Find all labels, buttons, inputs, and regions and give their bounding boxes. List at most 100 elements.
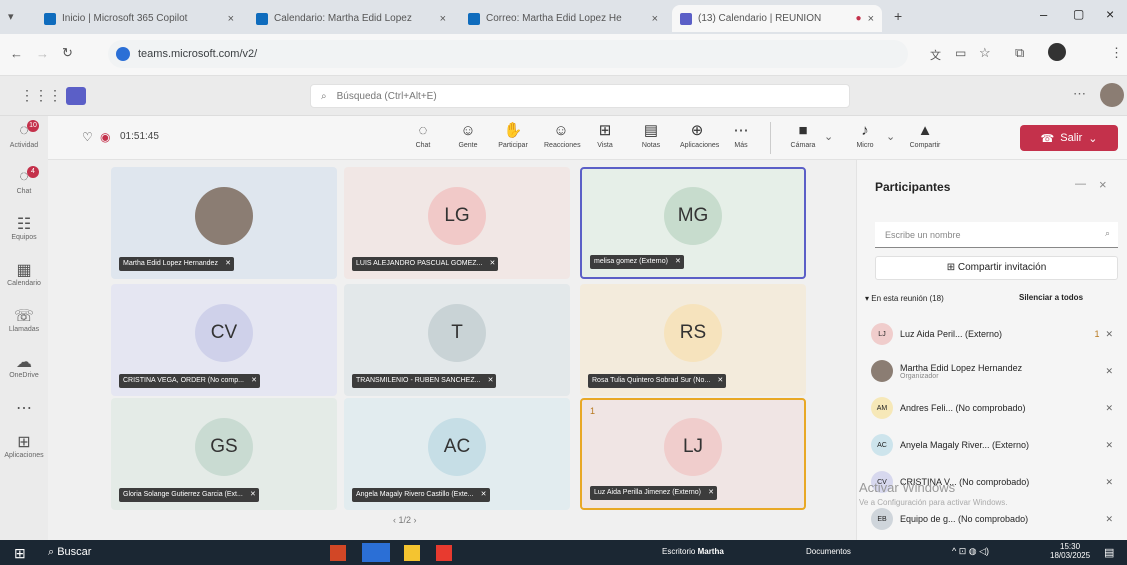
minimize-icon[interactable]: – bbox=[1040, 7, 1047, 22]
avatar: T bbox=[428, 304, 486, 362]
leave-button[interactable]: ☎ Salir ⌄ bbox=[1020, 125, 1118, 151]
share-screen-icon: ▲ bbox=[917, 122, 933, 139]
close-tab-icon[interactable]: × bbox=[868, 13, 874, 25]
forward-icon[interactable]: → bbox=[36, 46, 49, 61]
acrobat-icon[interactable] bbox=[436, 545, 452, 561]
tab-menu-icon[interactable]: ▾ bbox=[8, 10, 14, 23]
more-button[interactable]: ⋯ Más bbox=[724, 120, 758, 149]
panel-close-icon[interactable]: × bbox=[1099, 177, 1107, 192]
notes-button[interactable]: ▤ Notas bbox=[634, 120, 668, 149]
browser-menu-icon[interactable]: ⋮ bbox=[1110, 45, 1123, 61]
participant-tile[interactable]: LG LUIS ALEJANDRO PASCUAL GOMEZ... ✕ bbox=[344, 167, 570, 279]
windows-start-icon[interactable]: ⊞ bbox=[14, 545, 26, 562]
camera-button[interactable]: ■ Cámara bbox=[786, 120, 820, 149]
share-button[interactable]: ▲ Compartir bbox=[908, 120, 942, 149]
new-tab-button[interactable]: + bbox=[894, 8, 902, 24]
participant-row[interactable]: Martha Edid Lopez Hernandez Organizador ✕ bbox=[871, 355, 1121, 387]
participant-search-input[interactable]: Escribe un nombre ⌕ bbox=[875, 222, 1118, 248]
activate-windows-title: Activar Windows bbox=[859, 480, 956, 495]
favorite-star-icon[interactable]: ☆ bbox=[979, 45, 991, 61]
rail-item-apps[interactable]: ⊞ Aplicaciones bbox=[0, 428, 48, 474]
more-options-icon[interactable]: ⋯ bbox=[1073, 86, 1086, 102]
rail-item-teams[interactable]: ☷ Equipos bbox=[0, 210, 48, 256]
close-tab-icon[interactable]: × bbox=[440, 13, 446, 25]
leave-chevron-icon[interactable]: ⌄ bbox=[1088, 132, 1097, 145]
participant-tile[interactable]: CV CRISTINA VEGA, ORDER (No comp... ✕ bbox=[111, 284, 337, 396]
mic-chevron-icon[interactable]: ⌄ bbox=[886, 130, 895, 143]
file-explorer-icon[interactable] bbox=[404, 545, 420, 561]
maximize-icon[interactable]: ▢ bbox=[1073, 7, 1084, 21]
raised-hand-badge: 1 bbox=[590, 406, 596, 416]
site-info-icon[interactable] bbox=[116, 47, 130, 61]
notifications-icon[interactable]: ▤ bbox=[1104, 546, 1114, 559]
gallery-pager[interactable]: ‹ 1/2 › bbox=[393, 515, 417, 525]
grid-icon: ⊞ bbox=[598, 122, 612, 139]
participant-row[interactable]: EB Equipo de g... (No comprobado) ✕ bbox=[871, 503, 1121, 535]
url-field[interactable]: teams.microsoft.com/v2/ bbox=[108, 40, 908, 68]
reload-icon[interactable]: ↻ bbox=[62, 45, 73, 61]
participant-tile[interactable]: GS Gloria Solange Gutierrez Garcia (Ext..… bbox=[111, 398, 337, 510]
raise-hand-button[interactable]: ✋ Participar bbox=[496, 120, 530, 149]
clock[interactable]: 15:30 18/03/2025 bbox=[1050, 542, 1090, 560]
teams-logo-icon bbox=[66, 87, 86, 105]
app-launcher-icon[interactable]: ⋮⋮⋮ bbox=[20, 87, 62, 104]
participant-row[interactable]: AC Anyela Magaly River... (Externo) ✕ bbox=[871, 429, 1121, 461]
share-invite-button[interactable]: ⊞ Compartir invitación bbox=[875, 256, 1118, 280]
extensions-icon[interactable]: ⧉ bbox=[1015, 45, 1024, 61]
participant-name-label: melisa gomez (Externo) ✕ bbox=[590, 255, 684, 269]
close-tab-icon[interactable]: × bbox=[228, 13, 234, 25]
mic-muted-icon: ✕ bbox=[251, 377, 257, 384]
participant-tile[interactable]: LJ Luz Aida Perilla Jimenez (Externo) ✕ 1 bbox=[580, 398, 806, 510]
powerpoint-icon[interactable] bbox=[330, 545, 346, 561]
profile-avatar[interactable] bbox=[1048, 43, 1066, 61]
participant-row[interactable]: LJ Luz Aida Peril... (Externo) 1 ✕ bbox=[871, 318, 1121, 350]
rail-item-calls[interactable]: ☏ Llamadas bbox=[0, 302, 48, 348]
close-tab-icon[interactable]: × bbox=[652, 13, 658, 25]
search-input[interactable]: ⌕ Búsqueda (Ctrl+Alt+E) bbox=[310, 84, 850, 108]
participant-name-label: Luz Aida Perilla Jimenez (Externo) ✕ bbox=[590, 486, 717, 500]
camera-chevron-icon[interactable]: ⌄ bbox=[824, 130, 833, 143]
chrome-icon[interactable] bbox=[362, 543, 390, 562]
avatar: LG bbox=[428, 187, 486, 245]
browser-tab-2[interactable]: Calendario: Martha Edid Lopez × bbox=[248, 5, 454, 32]
chat-button[interactable]: ◌ Chat bbox=[406, 120, 440, 149]
mic-muted-icon: ✕ bbox=[225, 260, 231, 267]
phone-icon: ☏ bbox=[13, 308, 34, 325]
participant-tile[interactable]: AC Angela Magaly Rivero Castillo (Exte...… bbox=[344, 398, 570, 510]
apps-button[interactable]: ⊕ Aplicaciones bbox=[680, 120, 719, 149]
shield-icon[interactable]: ♡ bbox=[82, 130, 93, 144]
close-window-icon[interactable]: × bbox=[1106, 6, 1114, 22]
view-button[interactable]: ⊞ Vista bbox=[588, 120, 622, 149]
browser-tab-4[interactable]: (13) Calendario | REUNION ● × bbox=[672, 5, 882, 32]
m365-icon bbox=[44, 12, 56, 25]
rail-item-calendar[interactable]: ▦ Calendario bbox=[0, 256, 48, 302]
participant-row[interactable]: AM Andres Feli... (No comprobado) ✕ bbox=[871, 392, 1121, 424]
participant-tile[interactable]: RS Rosa Tulia Quintero Sobrad Sur (No... ✕ bbox=[580, 284, 806, 396]
avatar: AC bbox=[871, 434, 893, 456]
system-tray[interactable]: ^ ⊡ ◍ ◁) bbox=[952, 546, 989, 557]
browser-tab-1[interactable]: Inicio | Microsoft 365 Copilot × bbox=[36, 5, 242, 32]
mic-button[interactable]: ♪ Micro bbox=[848, 120, 882, 149]
participant-tile[interactable]: MG melisa gomez (Externo) ✕ bbox=[580, 167, 806, 279]
invite-icon: ⊞ bbox=[946, 262, 958, 273]
reactions-button[interactable]: ☺ Reacciones bbox=[544, 120, 581, 149]
panel-minimize-icon[interactable]: — bbox=[1075, 178, 1086, 190]
taskbar-search[interactable]: ⌕ Buscar bbox=[48, 546, 91, 559]
taskbar-item-escritorio[interactable]: Escritorio Martha bbox=[662, 547, 724, 556]
reader-icon[interactable]: ▭ bbox=[955, 46, 966, 60]
rail-item-onedrive[interactable]: ☁ OneDrive bbox=[0, 348, 48, 394]
participant-tile[interactable]: T TRANSMILENIO - RUBEN SANCHEZ... ✕ bbox=[344, 284, 570, 396]
meeting-toolbar: ♡ ◉ 01:51:45 ◌ Chat ☺ Gente ✋ Participar ☺ R… bbox=[48, 116, 1127, 160]
translate-icon[interactable]: 文 bbox=[930, 47, 941, 63]
in-meeting-section[interactable]: ▾ En esta reunión (18) bbox=[865, 294, 944, 303]
rail-item-activity[interactable]: ◌ Actividad 10 bbox=[0, 118, 48, 164]
back-icon[interactable]: ← bbox=[10, 46, 23, 61]
rail-item-chat[interactable]: ◌ Chat 4 bbox=[0, 164, 48, 210]
mute-all-button[interactable]: Silenciar a todos bbox=[1019, 293, 1083, 302]
people-button[interactable]: ☺ Gente bbox=[451, 120, 485, 149]
taskbar-item-documentos[interactable]: Documentos bbox=[806, 547, 851, 556]
user-avatar[interactable] bbox=[1100, 83, 1124, 107]
browser-tab-3[interactable]: Correo: Martha Edid Lopez He × bbox=[460, 5, 666, 32]
participant-tile[interactable]: Martha Edid Lopez Hernandez ✕ bbox=[111, 167, 337, 279]
apps-icon: ⊞ bbox=[17, 434, 31, 451]
